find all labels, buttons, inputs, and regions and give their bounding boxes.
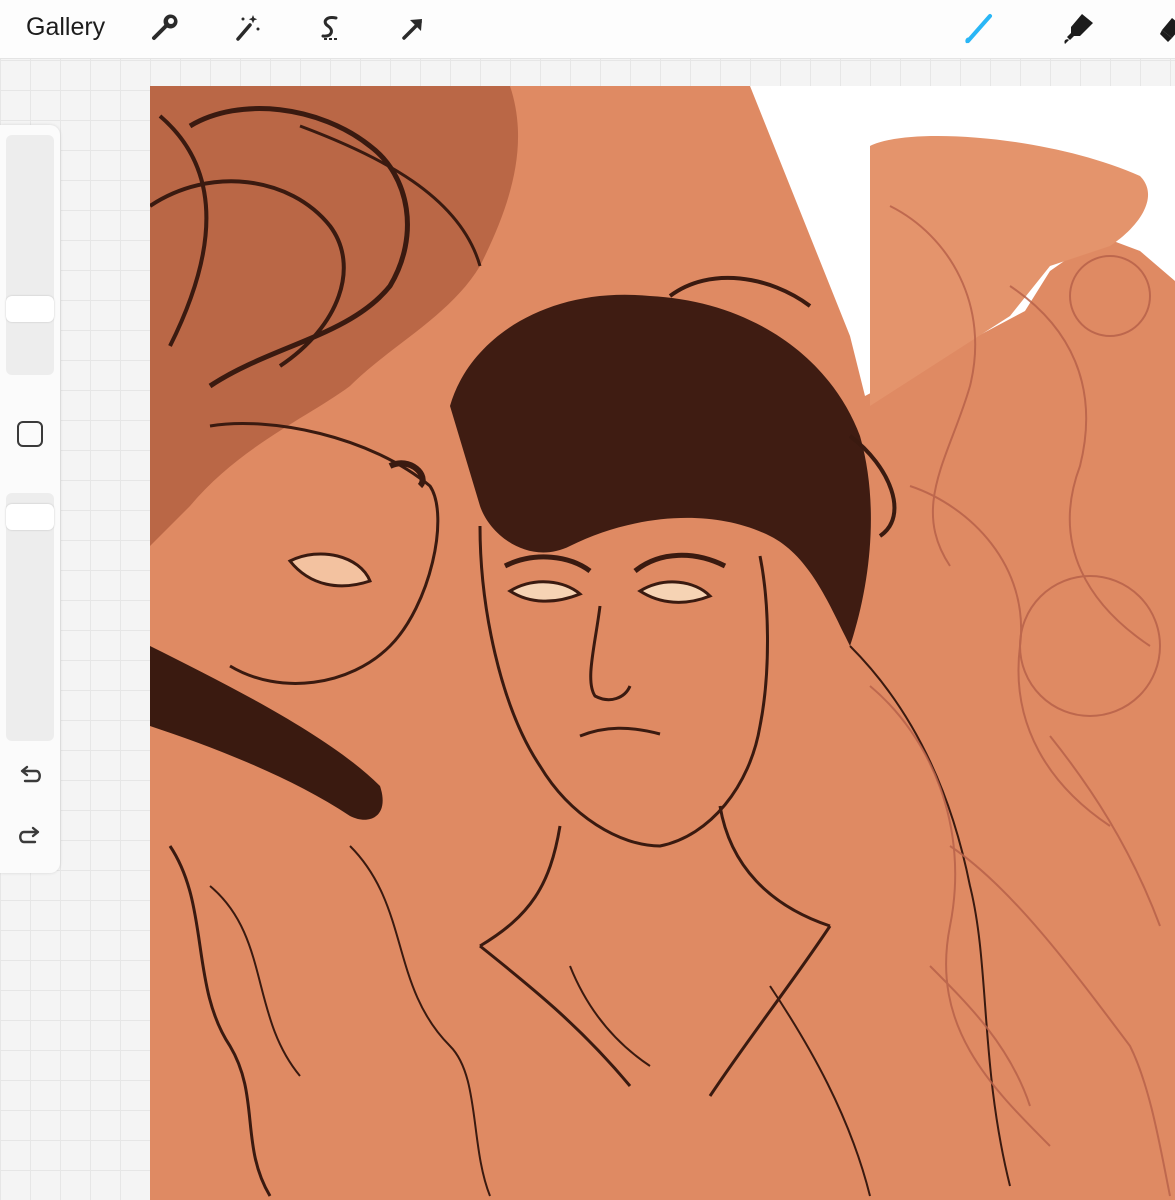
brush-size-thumb[interactable] xyxy=(6,296,54,322)
opacity-thumb[interactable] xyxy=(6,504,54,530)
undo-icon[interactable] xyxy=(16,761,44,789)
eraser-icon[interactable] xyxy=(1158,10,1175,46)
redo-icon[interactable] xyxy=(16,822,44,850)
selection-s-icon[interactable] xyxy=(312,10,348,46)
smudge-icon[interactable] xyxy=(1060,10,1096,46)
wrench-icon[interactable] xyxy=(146,10,182,46)
drawing-canvas[interactable] xyxy=(150,86,1175,1200)
opacity-slider[interactable] xyxy=(6,493,54,741)
transform-arrow-icon[interactable] xyxy=(395,10,431,46)
gallery-button[interactable]: Gallery xyxy=(26,10,105,44)
brush-size-slider[interactable] xyxy=(6,135,54,375)
brush-icon[interactable] xyxy=(960,10,996,46)
magic-wand-icon[interactable] xyxy=(229,10,265,46)
sidebar xyxy=(0,125,60,873)
top-toolbar: Gallery xyxy=(0,0,1175,59)
modify-square-icon[interactable] xyxy=(17,421,43,447)
